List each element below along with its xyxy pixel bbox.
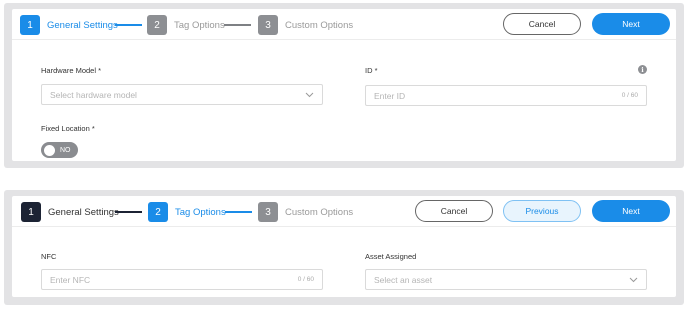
asset-assigned-label: Asset Assigned [365,252,417,261]
hardware-model-placeholder: Select hardware model [50,89,137,100]
step-label: Custom Options [285,19,354,31]
step-connector [115,24,142,26]
asset-assigned-select[interactable]: Select an asset [365,269,647,290]
id-input[interactable]: Enter ID 0 / 60 [365,85,647,106]
step-general-settings[interactable]: 1 General Settings [21,202,119,222]
next-button[interactable]: Next [592,13,670,35]
stepper-bar: 1 General Settings 2 Tag Options 3 Custo… [12,9,676,40]
cancel-button[interactable]: Cancel [415,200,493,222]
step-tag-options[interactable]: 2 Tag Options [147,15,225,35]
step-connector [225,211,252,213]
step-number-badge: 2 [147,15,167,35]
nfc-label: NFC [41,252,57,261]
wizard-card: 1 General Settings 2 Tag Options 3 Custo… [12,196,676,297]
wizard-panel-step-2: 1 General Settings 2 Tag Options 3 Custo… [4,190,684,305]
hardware-model-select[interactable]: Select hardware model [41,84,323,105]
info-icon[interactable]: i [638,65,647,74]
wizard-card: 1 General Settings 2 Tag Options 3 Custo… [12,9,676,161]
step-connector [115,211,142,213]
step-label: General Settings [47,19,118,31]
cancel-button[interactable]: Cancel [503,13,581,35]
toggle-state-text: NO [60,146,71,154]
step-number-badge: 1 [20,15,40,35]
nfc-char-counter: 0 / 60 [297,276,314,283]
id-label: ID * [365,66,378,75]
hardware-model-label: Hardware Model * [41,66,102,75]
asset-assigned-placeholder: Select an asset [374,274,433,285]
id-placeholder: Enter ID [374,90,406,101]
step-tag-options[interactable]: 2 Tag Options [148,202,226,222]
id-char-counter: 0 / 60 [621,92,638,99]
step-number-badge: 3 [258,15,278,35]
previous-button[interactable]: Previous [503,200,581,222]
step-label: Tag Options [174,19,225,31]
nfc-input[interactable]: Enter NFC 0 / 60 [41,269,323,290]
step-custom-options[interactable]: 3 Custom Options [258,15,353,35]
next-button[interactable]: Next [592,200,670,222]
chevron-down-icon [628,275,638,285]
step-number-badge: 3 [258,202,278,222]
step-number-badge: 2 [148,202,168,222]
fixed-location-label: Fixed Location * [41,124,95,133]
chevron-down-icon [304,90,314,100]
step-number-badge: 1 [21,202,41,222]
nfc-placeholder: Enter NFC [50,274,91,285]
step-label: General Settings [48,206,119,218]
toggle-knob [44,144,55,156]
step-general-settings[interactable]: 1 General Settings [20,15,118,35]
fixed-location-toggle[interactable]: NO [41,142,78,158]
stepper-bar: 1 General Settings 2 Tag Options 3 Custo… [12,196,676,227]
step-connector [224,24,251,26]
wizard-panel-step-1: 1 General Settings 2 Tag Options 3 Custo… [4,3,684,168]
step-label: Custom Options [285,206,354,218]
step-label: Tag Options [175,206,226,218]
step-custom-options[interactable]: 3 Custom Options [258,202,353,222]
